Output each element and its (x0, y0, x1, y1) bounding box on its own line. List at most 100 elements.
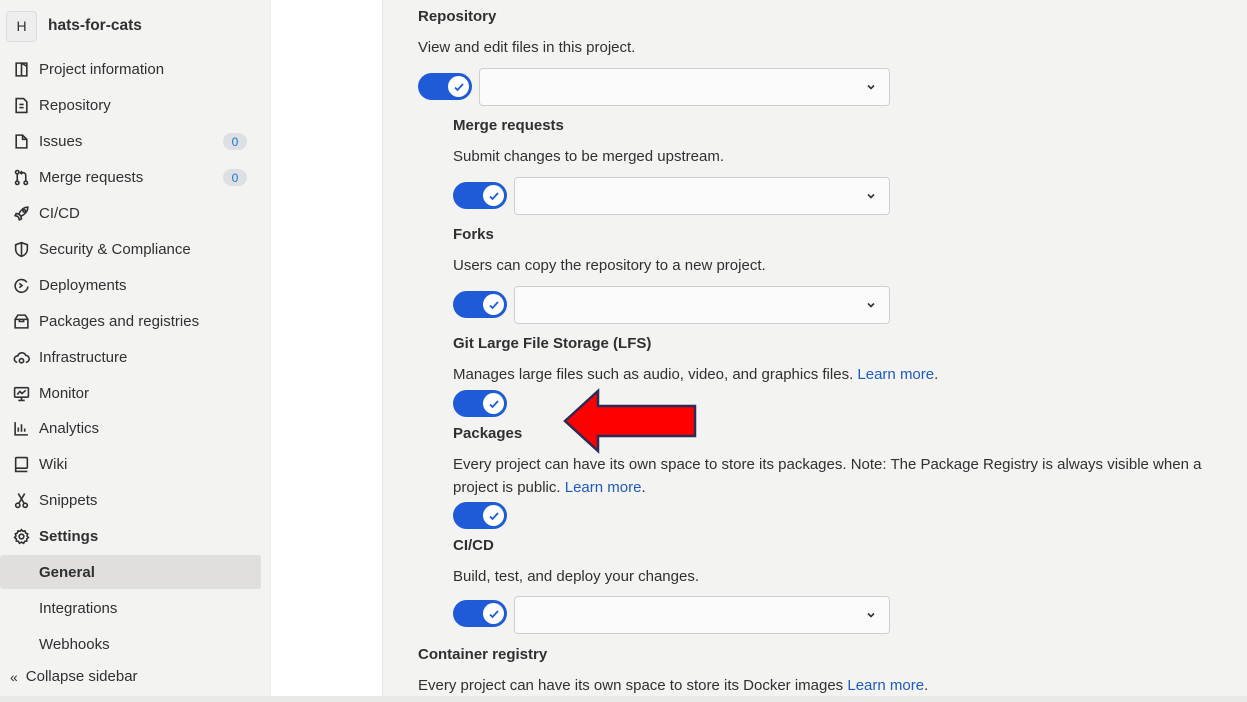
avatar: H (6, 10, 37, 42)
chevron-down-icon (867, 302, 875, 308)
chevron-down-icon (867, 193, 875, 199)
merge-requests-heading: Merge requests (453, 117, 564, 134)
sidebar-item-label: Monitor (39, 385, 90, 402)
sidebar-item-wiki[interactable]: Wiki (0, 448, 261, 481)
sidebar-item-label: Settings (39, 528, 99, 545)
merge-request-icon (12, 169, 30, 187)
book-icon (12, 456, 30, 474)
issues-count-badge: 0 (223, 133, 247, 150)
packages-description: Every project can have its own space to … (453, 453, 1243, 499)
lfs-description: Manages large files such as audio, video… (453, 363, 938, 386)
checkmark-icon (483, 393, 504, 414)
sidebar-item-repository[interactable]: Repository (0, 89, 261, 122)
sidebar-item-security[interactable]: Security & Compliance (0, 233, 261, 266)
packages-period: . (641, 479, 646, 496)
sidebar-item-merge-requests[interactable]: Merge requests 0 (0, 161, 261, 194)
lfs-toggle[interactable] (453, 390, 507, 417)
sidebar-item-label: Merge requests (39, 169, 144, 186)
content-gutter (271, 0, 382, 702)
container-registry-heading: Container registry (418, 646, 548, 663)
forks-access-select[interactable] (514, 286, 890, 324)
project-icon (12, 61, 30, 79)
packages-heading: Packages (453, 425, 523, 442)
merge-requests-description: Submit changes to be merged upstream. (453, 148, 724, 165)
scissors-icon (12, 492, 30, 510)
container-registry-period: . (924, 677, 929, 694)
sidebar-item-label: Deployments (39, 277, 127, 294)
sidebar-subitem-integrations[interactable]: Integrations (0, 591, 261, 625)
packages-description-line2: project is public. (453, 479, 561, 496)
sidebar-item-issues[interactable]: Issues 0 (0, 125, 261, 158)
issues-icon (12, 133, 30, 151)
sidebar-item-snippets[interactable]: Snippets (0, 484, 261, 517)
checkmark-icon (483, 505, 504, 526)
shield-icon (12, 241, 30, 259)
sidebar-item-monitor[interactable]: Monitor (0, 377, 261, 410)
sidebar-item-label: Wiki (39, 456, 68, 473)
lfs-description-text: Manages large files such as audio, video… (453, 366, 854, 383)
project-name[interactable]: hats-for-cats (48, 17, 142, 35)
sidebar-item-deployments[interactable]: Deployments (0, 269, 261, 302)
sidebar-item-label: Project information (39, 61, 165, 78)
sidebar-item-label: Packages and registries (39, 313, 200, 330)
repository-heading: Repository (418, 8, 497, 25)
rocket-icon (12, 205, 30, 223)
lfs-learn-more-link[interactable]: Learn more (857, 366, 934, 383)
lfs-heading: Git Large File Storage (LFS) (453, 335, 652, 352)
lfs-period: . (934, 366, 939, 383)
sidebar-item-label: Infrastructure (39, 349, 128, 366)
cicd-access-select[interactable] (514, 596, 890, 634)
checkmark-icon (483, 603, 504, 624)
collapse-sidebar-label: Collapse sidebar (25, 668, 138, 685)
project-header[interactable]: H hats-for-cats (6, 8, 142, 44)
sidebar: H hats-for-cats Project information Repo… (0, 0, 271, 702)
bottom-edge (0, 696, 1247, 702)
merge-requests-count-badge: 0 (223, 169, 247, 186)
cicd-toggle[interactable] (453, 600, 507, 627)
packages-learn-more-link[interactable]: Learn more (565, 479, 642, 496)
packages-description-line1: Every project can have its own space to … (453, 456, 1202, 473)
sidebar-subitem-general[interactable]: General (0, 555, 261, 589)
forks-description: Users can copy the repository to a new p… (453, 257, 766, 274)
collapse-sidebar-button[interactable]: « Collapse sidebar (10, 668, 138, 685)
checkmark-icon (448, 76, 469, 97)
sidebar-item-analytics[interactable]: Analytics (0, 412, 261, 445)
sidebar-item-label: CI/CD (39, 205, 80, 222)
document-icon (12, 97, 30, 115)
chevron-down-icon (867, 84, 875, 90)
sidebar-item-label: Issues (39, 133, 83, 150)
container-registry-learn-more-link[interactable]: Learn more (847, 677, 924, 694)
packages-toggle[interactable] (453, 502, 507, 529)
checkmark-icon (483, 294, 504, 315)
sidebar-item-settings[interactable]: Settings (0, 520, 261, 553)
sidebar-subitem-webhooks[interactable]: Webhooks (0, 627, 261, 661)
cicd-description: Build, test, and deploy your changes. (453, 568, 699, 585)
container-registry-description-text: Every project can have its own space to … (418, 677, 844, 694)
merge-requests-access-select[interactable] (514, 177, 890, 215)
sidebar-item-project-information[interactable]: Project information (0, 53, 261, 86)
repository-description: View and edit files in this project. (418, 39, 636, 56)
sidebar-item-label: Security & Compliance (39, 241, 191, 258)
sidebar-item-infrastructure[interactable]: Infrastructure (0, 341, 261, 374)
gear-icon (12, 528, 30, 546)
cicd-heading: CI/CD (453, 537, 494, 554)
cloud-gear-icon (12, 349, 30, 367)
forks-toggle[interactable] (453, 291, 507, 318)
repository-toggle[interactable] (418, 73, 472, 100)
merge-requests-toggle[interactable] (453, 182, 507, 209)
sidebar-item-label: Analytics (39, 420, 100, 437)
sidebar-item-cicd[interactable]: CI/CD (0, 197, 261, 230)
package-icon (12, 313, 30, 331)
checkmark-icon (483, 185, 504, 206)
double-chevron-left-icon: « (10, 668, 18, 685)
sidebar-item-label: Repository (39, 97, 111, 114)
deployments-icon (12, 277, 30, 295)
container-registry-description: Every project can have its own space to … (418, 674, 928, 697)
monitor-icon (12, 385, 30, 403)
forks-heading: Forks (453, 226, 494, 243)
red-arrow-annotation (563, 388, 697, 454)
visibility-settings-panel: Repository View and edit files in this p… (382, 0, 1247, 702)
chart-icon (12, 420, 30, 438)
sidebar-item-packages[interactable]: Packages and registries (0, 305, 261, 338)
repository-access-select[interactable] (479, 68, 890, 106)
